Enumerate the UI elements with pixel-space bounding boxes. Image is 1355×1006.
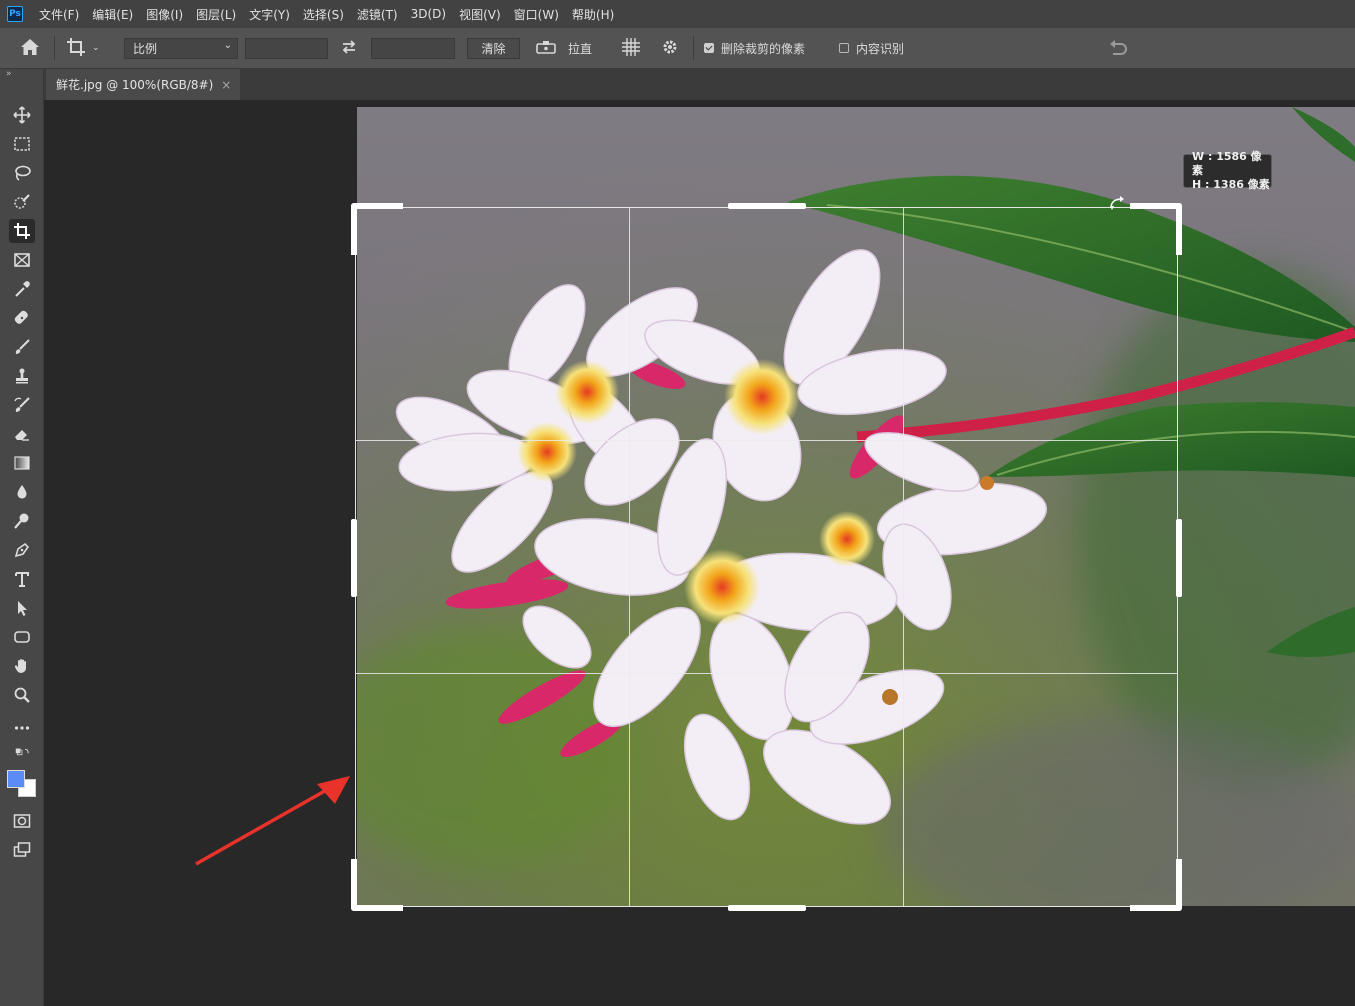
overlay-options-button[interactable] bbox=[621, 28, 641, 68]
menu-edit[interactable]: 编辑(E) bbox=[92, 6, 133, 23]
type-tool-icon[interactable] bbox=[9, 567, 35, 591]
crop-handle-bottom-right[interactable] bbox=[1130, 859, 1182, 911]
foreground-color-swatch[interactable] bbox=[7, 770, 25, 788]
content-aware-label: 内容识别 bbox=[856, 41, 905, 56]
menu-help[interactable]: 帮助(H) bbox=[572, 6, 614, 23]
move-tool-icon[interactable] bbox=[9, 103, 35, 127]
crop-size-tooltip: W : 1586 像素 H : 1386 像素 bbox=[1183, 150, 1272, 191]
checkbox-checked-icon bbox=[704, 43, 714, 53]
chevron-down-icon: ⌄ bbox=[223, 40, 232, 51]
eraser-tool-icon[interactable] bbox=[9, 422, 35, 446]
delete-cropped-label: 删除裁剪的像素 bbox=[721, 41, 806, 56]
menu-file[interactable]: 文件(F) bbox=[39, 6, 79, 23]
crop-height-input[interactable] bbox=[371, 38, 455, 59]
menu-select[interactable]: 选择(S) bbox=[303, 6, 344, 23]
crop-width-readout: W : 1586 像素 bbox=[1192, 150, 1262, 177]
crop-box[interactable] bbox=[351, 196, 1182, 911]
crop-grid-line bbox=[629, 208, 630, 906]
menu-3d[interactable]: 3D(D) bbox=[411, 7, 446, 21]
menu-type[interactable]: 文字(Y) bbox=[249, 6, 290, 23]
color-swatches bbox=[6, 769, 40, 801]
crop-handle-top[interactable] bbox=[728, 203, 806, 209]
tools-panel: » bbox=[0, 69, 44, 1006]
clone-stamp-tool-icon[interactable] bbox=[9, 364, 35, 388]
more-tools-icon[interactable] bbox=[9, 716, 35, 740]
crop-width-input[interactable] bbox=[245, 38, 328, 59]
menu-view[interactable]: 视图(V) bbox=[459, 6, 501, 23]
pen-tool-icon[interactable] bbox=[9, 538, 35, 562]
home-button[interactable] bbox=[20, 28, 40, 68]
home-icon bbox=[20, 38, 40, 59]
reset-button[interactable] bbox=[1108, 28, 1128, 68]
ratio-select-value: 比例 bbox=[133, 42, 158, 56]
rectangle-tool-icon[interactable] bbox=[9, 625, 35, 649]
checkbox-unchecked-icon bbox=[839, 43, 849, 53]
hand-tool-icon[interactable] bbox=[9, 654, 35, 678]
menu-image[interactable]: 图像(I) bbox=[146, 6, 183, 23]
history-brush-tool-icon[interactable] bbox=[9, 393, 35, 417]
straighten-button[interactable]: 拉直 bbox=[536, 28, 592, 68]
rotate-cursor-icon bbox=[1109, 196, 1127, 216]
crop-handle-top-right[interactable] bbox=[1130, 203, 1182, 255]
crop-handle-right[interactable] bbox=[1176, 519, 1182, 597]
straighten-label: 拉直 bbox=[568, 41, 593, 56]
ratio-select[interactable]: 比例 ⌄ bbox=[124, 38, 238, 59]
document-tab[interactable]: 鲜花.jpg @ 100%(RGB/8#) × bbox=[46, 69, 240, 100]
chevron-down-icon: ⌄ bbox=[92, 43, 100, 53]
crop-height-readout: H : 1386 像素 bbox=[1192, 178, 1270, 191]
document-tab-title: 鲜花.jpg @ 100%(RGB/8#) bbox=[56, 78, 214, 92]
crop-grid-line bbox=[356, 440, 1177, 441]
level-icon bbox=[536, 39, 556, 58]
crop-handle-left[interactable] bbox=[351, 519, 357, 597]
dodge-tool-icon[interactable] bbox=[9, 509, 35, 533]
delete-cropped-checkbox[interactable]: 删除裁剪的像素 bbox=[704, 28, 805, 68]
menu-layer[interactable]: 图层(L) bbox=[196, 6, 236, 23]
crop-grid-line bbox=[903, 208, 904, 906]
options-bar: ⌄ 比例 ⌄ 清除 拉直 删除裁剪的像素 内容识别 bbox=[0, 28, 1355, 69]
brush-tool-icon[interactable] bbox=[9, 335, 35, 359]
crop-preset-button[interactable]: ⌄ bbox=[66, 28, 100, 68]
gear-icon bbox=[661, 38, 679, 59]
document-tab-bar: 鲜花.jpg @ 100%(RGB/8#) × bbox=[0, 69, 1355, 100]
collapse-icon[interactable]: » bbox=[6, 69, 12, 79]
lasso-tool-icon[interactable] bbox=[9, 161, 35, 185]
photoshop-logo: Ps bbox=[7, 6, 23, 22]
eyedropper-tool-icon[interactable] bbox=[9, 277, 35, 301]
swap-icon bbox=[341, 39, 357, 57]
crop-icon bbox=[66, 37, 86, 60]
gradient-tool-icon[interactable] bbox=[9, 451, 35, 475]
grid-icon bbox=[621, 37, 641, 60]
menu-window[interactable]: 窗口(W) bbox=[514, 6, 559, 23]
crop-settings-button[interactable] bbox=[661, 28, 679, 68]
crop-tool-icon[interactable] bbox=[9, 219, 35, 243]
crop-handle-top-left[interactable] bbox=[351, 203, 403, 255]
content-aware-checkbox[interactable]: 内容识别 bbox=[839, 28, 904, 68]
crop-handle-bottom[interactable] bbox=[728, 905, 806, 911]
close-icon[interactable]: × bbox=[221, 78, 231, 92]
crop-grid-line bbox=[356, 673, 1177, 674]
zoom-tool-icon[interactable] bbox=[9, 683, 35, 707]
clear-button[interactable]: 清除 bbox=[467, 38, 520, 59]
menu-bar: Ps 文件(F) 编辑(E) 图像(I) 图层(L) 文字(Y) 选择(S) 滤… bbox=[0, 0, 1355, 28]
quick-mask-icon[interactable] bbox=[9, 809, 35, 833]
undo-icon bbox=[1108, 38, 1128, 59]
default-colors-icon[interactable] bbox=[9, 745, 35, 763]
menu-filter[interactable]: 滤镜(T) bbox=[357, 6, 398, 23]
swap-dimensions-button[interactable] bbox=[341, 28, 357, 68]
path-selection-tool-icon[interactable] bbox=[9, 596, 35, 620]
quick-select-tool-icon[interactable] bbox=[9, 190, 35, 214]
screen-mode-icon[interactable] bbox=[9, 838, 35, 862]
annotation-arrow bbox=[190, 770, 360, 874]
frame-tool-icon[interactable] bbox=[9, 248, 35, 272]
healing-brush-tool-icon[interactable] bbox=[9, 306, 35, 330]
marquee-tool-icon[interactable] bbox=[9, 132, 35, 156]
blur-tool-icon[interactable] bbox=[9, 480, 35, 504]
